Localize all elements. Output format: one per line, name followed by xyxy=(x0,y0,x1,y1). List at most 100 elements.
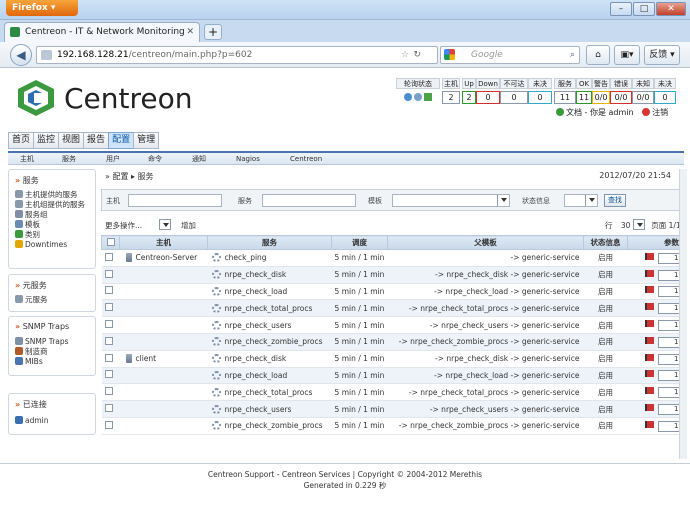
row-param-input[interactable]: 1 xyxy=(657,336,680,348)
bookmark-star-icon[interactable]: ☆ xyxy=(401,47,409,63)
search-icon[interactable]: ⌕ xyxy=(570,47,575,63)
filter-template-select[interactable] xyxy=(392,194,510,207)
table-row[interactable]: client nrpe_check_disk 5 min / 1 min -> nrp… xyxy=(101,350,686,368)
disable-flag-icon[interactable] xyxy=(644,286,654,294)
status-value-8[interactable]: 0/0 xyxy=(610,91,632,104)
submenu-item-1[interactable]: 服务 xyxy=(62,154,76,165)
row-parent-template[interactable]: -> nrpe_check_users -> generic-service xyxy=(387,400,584,418)
sidebar-item-meta_items-0[interactable]: 元服务 xyxy=(15,295,48,304)
row-host[interactable]: client xyxy=(136,354,157,363)
menu-item-2[interactable]: 视图 xyxy=(58,132,85,149)
status-value-10[interactable]: 0 xyxy=(654,91,676,104)
submenu-item-4[interactable]: 通知 xyxy=(192,154,206,165)
sidebar-item-services_items-2[interactable]: 服务组 xyxy=(15,210,48,219)
select-all-header[interactable] xyxy=(101,235,120,250)
table-row[interactable]: nrpe_check_zombie_procs 5 min / 1 min -> n… xyxy=(101,333,686,351)
menu-item-4[interactable]: 配置 xyxy=(108,132,135,149)
row-checkbox[interactable] xyxy=(104,336,113,345)
sidebar-item-connected_items-0[interactable]: admin xyxy=(15,416,49,425)
sidebar-item-services_items-0[interactable]: 主机提供的服务 xyxy=(15,190,78,199)
row-param-input[interactable]: 1 xyxy=(657,353,680,365)
more-actions-select[interactable] xyxy=(158,219,171,230)
row-checkbox[interactable] xyxy=(104,387,113,396)
breadcrumb-services[interactable]: 服务 xyxy=(138,172,154,181)
row-parent-template[interactable]: -> nrpe_check_load -> generic-service xyxy=(387,283,584,301)
row-checkbox[interactable] xyxy=(104,404,113,413)
table-row[interactable]: nrpe_check_zombie_procs 5 min / 1 min -> n… xyxy=(101,417,686,435)
sidebar-item-services_items-5[interactable]: Downtimes xyxy=(15,240,67,249)
menu-item-0[interactable]: 首页 xyxy=(8,132,35,149)
disable-flag-icon[interactable] xyxy=(644,303,654,311)
row-service[interactable]: nrpe_check_users xyxy=(225,321,292,330)
row-parent-template[interactable]: -> nrpe_check_users -> generic-service xyxy=(387,316,584,334)
search-button[interactable]: 查找 xyxy=(604,194,626,207)
status-value-0[interactable]: 2 xyxy=(442,91,460,104)
maximize-button[interactable]: □ xyxy=(633,2,655,16)
status-value-5[interactable]: 11 xyxy=(554,91,576,104)
row-service[interactable]: nrpe_check_total_procs xyxy=(225,304,313,313)
disable-flag-icon[interactable] xyxy=(644,370,654,378)
row-service[interactable]: nrpe_check_zombie_procs xyxy=(225,337,323,346)
filter-service-input[interactable] xyxy=(262,194,356,207)
submenu-item-0[interactable]: 主机 xyxy=(20,154,34,165)
bookmarks-button[interactable]: ▣▾ xyxy=(614,45,640,65)
row-service[interactable]: nrpe_check_disk xyxy=(225,270,287,279)
row-param-input[interactable]: 1 xyxy=(657,303,680,315)
menu-item-3[interactable]: 报告 xyxy=(83,132,110,149)
disable-flag-icon[interactable] xyxy=(644,320,654,328)
filter-host-input[interactable] xyxy=(128,194,222,207)
disable-flag-icon[interactable] xyxy=(644,353,654,361)
add-link[interactable]: 增加 xyxy=(181,221,196,230)
table-row[interactable]: Centreon-Server check_ping 5 min / 1 min ->… xyxy=(101,249,686,267)
submenu-item-5[interactable]: Nagios xyxy=(236,154,260,165)
row-parent-template[interactable]: -> nrpe_check_zombie_procs -> generic-se… xyxy=(387,417,584,435)
menu-item-5[interactable]: 管理 xyxy=(133,132,160,149)
close-window-button[interactable]: ✕ xyxy=(656,2,686,16)
filter-status-select[interactable] xyxy=(564,194,598,207)
menu-item-1[interactable]: 监控 xyxy=(33,132,60,149)
row-param-input[interactable]: 1 xyxy=(657,370,680,382)
browser-tab[interactable]: Centreon - IT & Network Monitoring ✕ xyxy=(4,22,200,42)
row-host[interactable]: Centreon-Server xyxy=(136,253,198,262)
close-tab-icon[interactable]: ✕ xyxy=(186,23,194,41)
table-row[interactable]: nrpe_check_total_procs 5 min / 1 min -> nr… xyxy=(101,383,686,402)
table-row[interactable]: nrpe_check_disk 5 min / 1 min -> nrpe_chec… xyxy=(101,266,686,284)
row-checkbox[interactable] xyxy=(104,320,113,329)
row-checkbox[interactable] xyxy=(104,353,113,362)
status-value-9[interactable]: 0/0 xyxy=(632,91,654,104)
row-service[interactable]: nrpe_check_disk xyxy=(225,354,287,363)
row-checkbox[interactable] xyxy=(104,252,113,261)
row-param-input[interactable]: 1 xyxy=(657,269,680,281)
submenu-item-3[interactable]: 命令 xyxy=(148,154,162,165)
disable-flag-icon[interactable] xyxy=(644,420,654,428)
status-value-1[interactable]: 2 xyxy=(462,91,476,104)
home-button[interactable]: ⌂ xyxy=(586,45,610,65)
sidebar-item-services_items-3[interactable]: 模板 xyxy=(15,220,40,229)
column-header-service[interactable]: 服务 xyxy=(207,235,332,250)
row-checkbox[interactable] xyxy=(104,286,113,295)
status-value-4[interactable]: 0 xyxy=(528,91,552,104)
row-checkbox[interactable] xyxy=(104,370,113,379)
row-parent-template[interactable]: -> generic-service xyxy=(387,249,584,267)
row-parent-template[interactable]: -> nrpe_check_total_procs -> generic-ser… xyxy=(387,299,584,318)
status-value-6[interactable]: 11 xyxy=(576,91,592,104)
column-header-host[interactable]: 主机 xyxy=(119,235,208,250)
row-checkbox[interactable] xyxy=(104,269,113,278)
poller-icons[interactable] xyxy=(396,91,440,104)
sidebar-item-services_items-1[interactable]: 主机组提供的服务 xyxy=(15,200,85,209)
row-service[interactable]: nrpe_check_zombie_procs xyxy=(225,421,323,430)
disable-flag-icon[interactable] xyxy=(644,336,654,344)
table-row[interactable]: nrpe_check_load 5 min / 1 min -> nrpe_chec… xyxy=(101,367,686,385)
rows-select[interactable] xyxy=(632,219,645,230)
status-value-3[interactable]: 0 xyxy=(500,91,528,104)
row-service[interactable]: nrpe_check_load xyxy=(225,287,288,296)
table-row[interactable]: nrpe_check_load 5 min / 1 min -> nrpe_chec… xyxy=(101,283,686,301)
firefox-menu-button[interactable]: Firefox ▾ xyxy=(6,0,78,16)
table-row[interactable]: nrpe_check_total_procs 5 min / 1 min -> nr… xyxy=(101,299,686,318)
row-param-input[interactable]: 1 xyxy=(657,387,680,399)
new-tab-button[interactable]: + xyxy=(204,24,222,40)
row-parent-template[interactable]: -> nrpe_check_zombie_procs -> generic-se… xyxy=(387,333,584,351)
row-service[interactable]: nrpe_check_load xyxy=(225,371,288,380)
disable-flag-icon[interactable] xyxy=(644,269,654,277)
status-value-2[interactable]: 0 xyxy=(476,91,500,104)
